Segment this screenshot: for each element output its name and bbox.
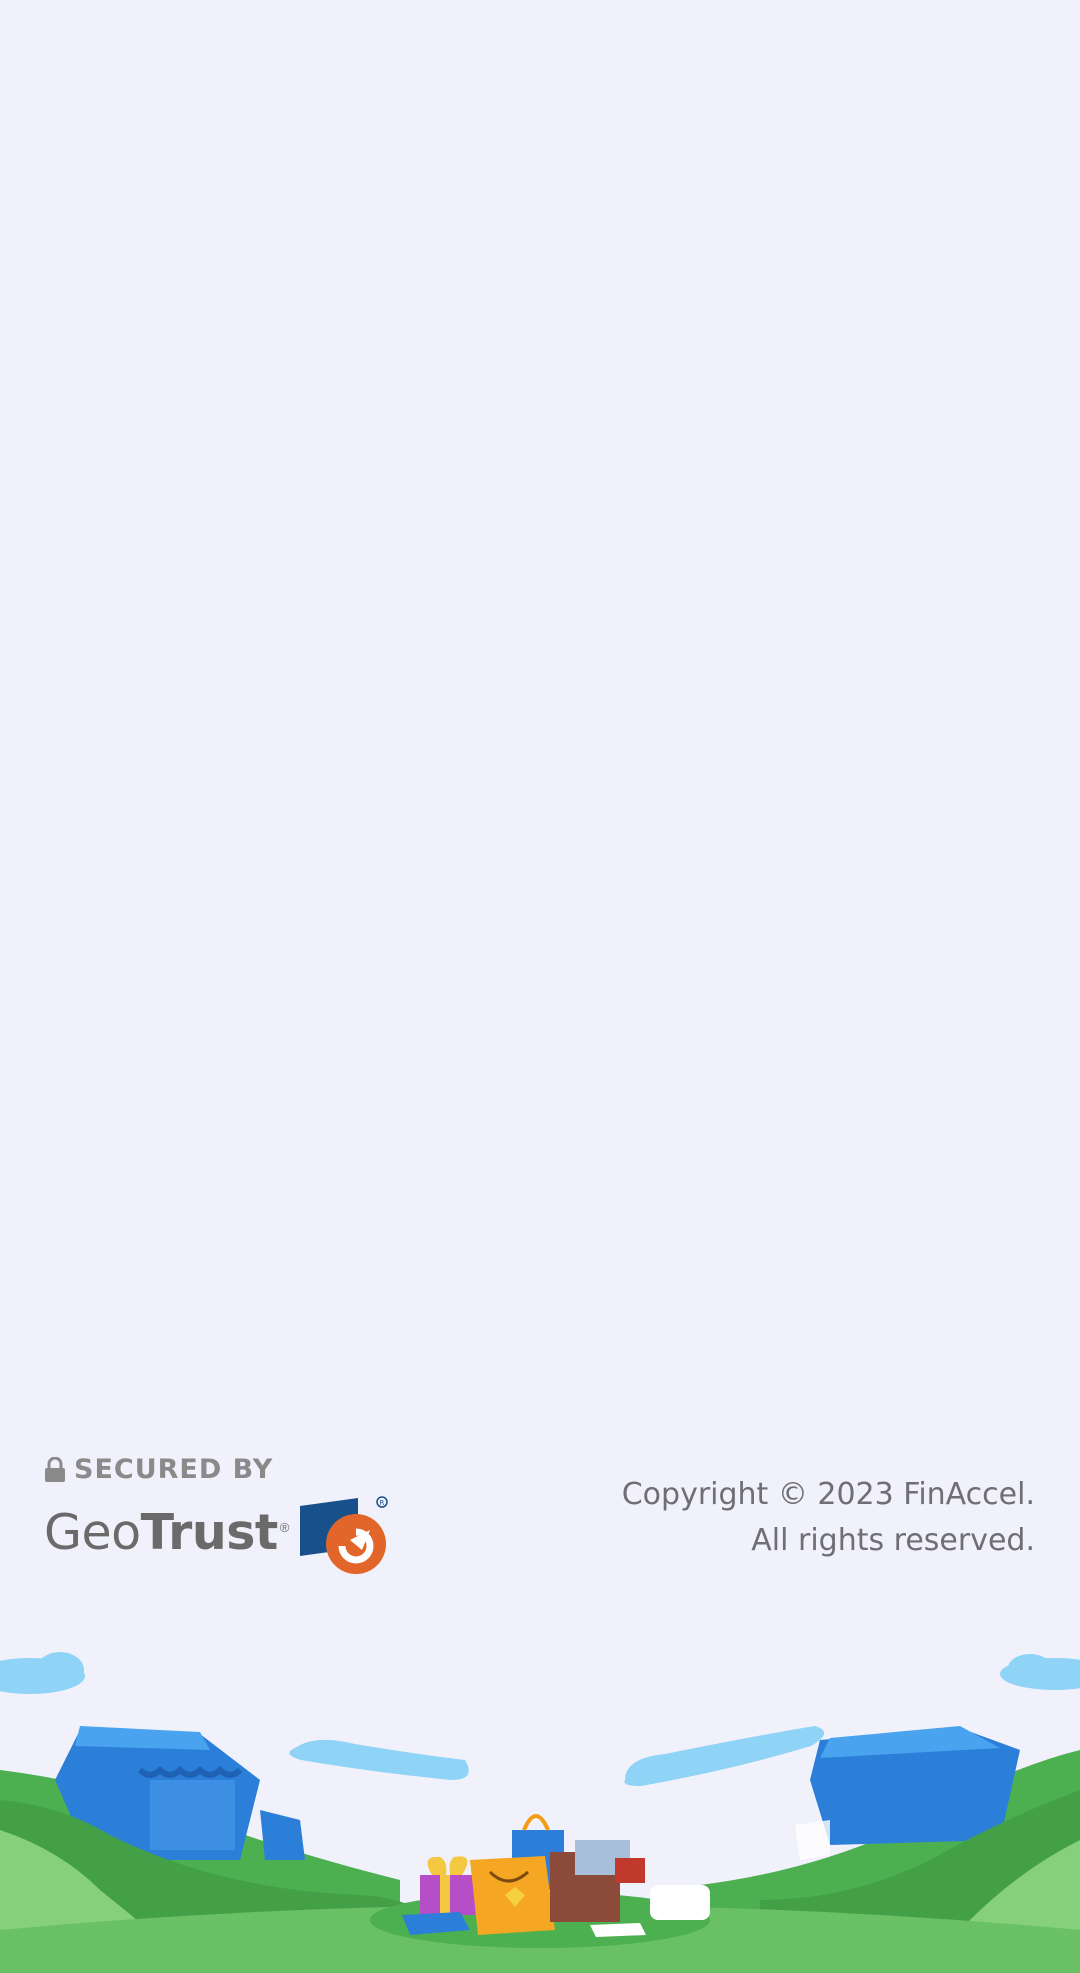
lock-icon [45,1456,65,1482]
geotrust-wordmark: GeoTrust ® [44,1504,289,1561]
secured-by-label: SECURED BY [74,1454,274,1485]
copyright-line-2: All rights reserved. [751,1523,1035,1558]
badge-secured-row: SECURED BY [44,1454,273,1485]
brand-trust: Trust [140,1504,279,1561]
footer: SECURED BY GeoTrust ® R Copyright © 2023 … [0,1440,1080,1590]
shopping-bags-icon [402,1814,710,1937]
geotrust-logo-icon: R [300,1496,388,1574]
shopping-landscape-illustration [0,1652,1080,1973]
svg-text:R: R [380,1499,385,1507]
brand-geo: Geo [44,1504,141,1561]
copyright-line-1: Copyright © 2023 FinAccel. [621,1477,1035,1512]
copyright-notice: Copyright © 2023 FinAccel. All rights re… [622,1472,1035,1564]
main-content-area [0,0,1080,1440]
registered-mark: ® [279,1519,290,1535]
geotrust-secured-badge[interactable]: SECURED BY GeoTrust ® R [44,1454,394,1574]
